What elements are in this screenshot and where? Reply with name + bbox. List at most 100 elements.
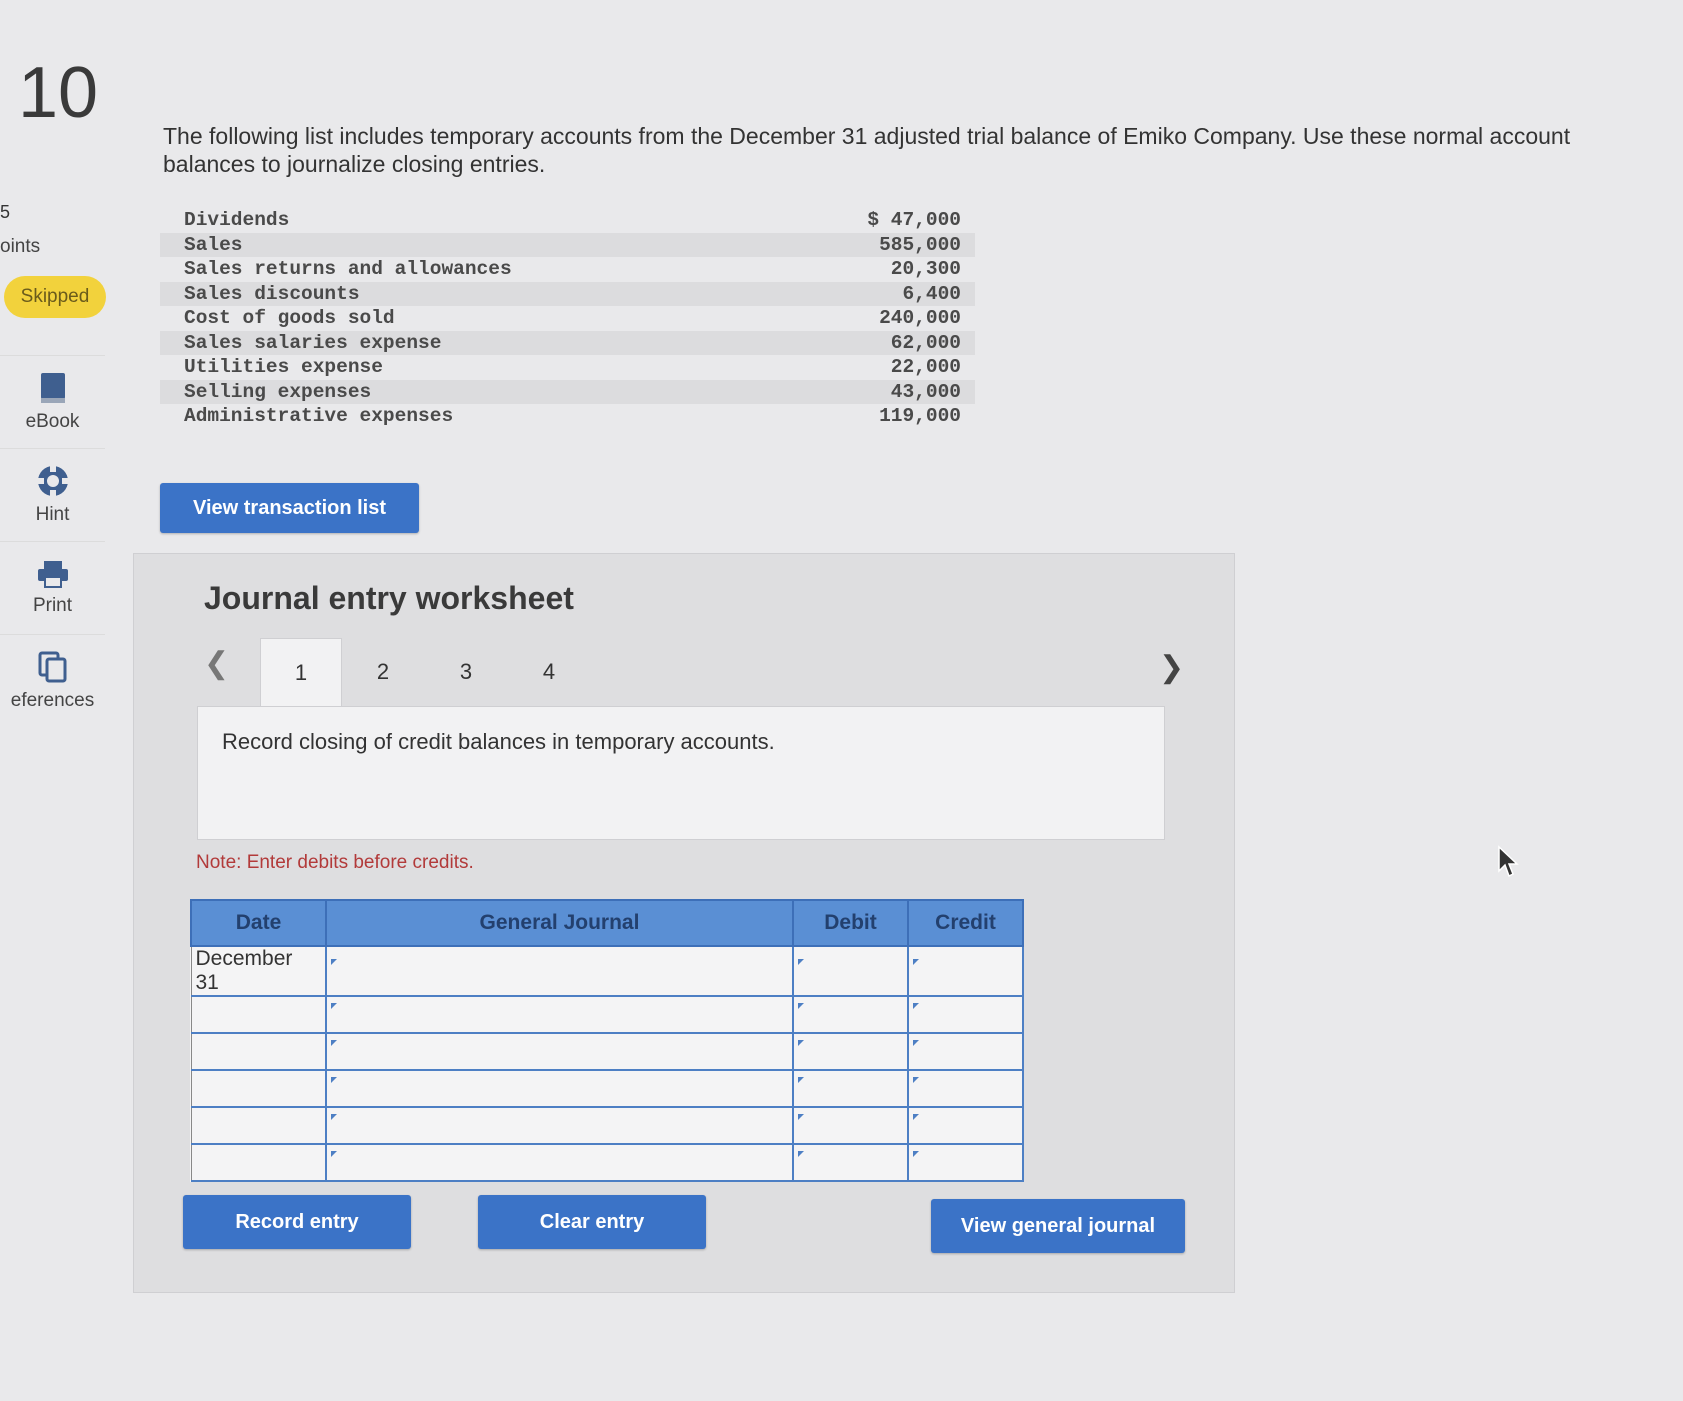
dropdown-marker-icon (331, 1150, 337, 1157)
dropdown-marker-icon (913, 1113, 919, 1120)
next-tab-chevron-icon[interactable]: ❯ (1159, 650, 1184, 685)
account-amount: 62,000 (890, 331, 961, 354)
credit-cell[interactable] (907, 1032, 1024, 1071)
copy-icon (38, 651, 66, 683)
debit-header: Debit (792, 899, 909, 947)
account-cell[interactable] (325, 1069, 794, 1108)
points-value: 5 (0, 202, 11, 222)
table-row (190, 995, 1024, 1034)
dropdown-marker-icon (798, 1039, 804, 1046)
journal-table: Date General Journal Debit Credit Decemb… (190, 899, 1024, 1182)
dropdown-marker-icon (913, 959, 919, 965)
question-number: 10 (18, 53, 99, 133)
question-text: The following list includes temporary ac… (163, 123, 1571, 177)
references-button[interactable]: eferences (0, 634, 105, 727)
dropdown-marker-icon (913, 1002, 919, 1009)
debit-cell[interactable] (792, 995, 909, 1034)
hint-button[interactable]: Hint (0, 448, 105, 541)
dropdown-marker-icon (331, 1076, 337, 1083)
debit-cell[interactable] (792, 945, 909, 997)
hint-label: Hint (35, 504, 70, 525)
date-cell[interactable] (190, 1106, 327, 1145)
account-row: Sales returns and allowances 20,300 (160, 257, 975, 282)
account-row: Administrative expenses 119,000 (160, 404, 975, 429)
dropdown-marker-icon (913, 1076, 919, 1083)
tab-1[interactable]: 1 (260, 638, 342, 707)
accounts-list: Dividends $ 47,000 Sales 585,000 Sales ret… (160, 208, 975, 429)
credit-cell[interactable] (907, 1069, 1024, 1108)
date-cell[interactable]: December 31 (190, 945, 327, 997)
account-row: Cost of goods sold 240,000 (160, 306, 975, 331)
account-amount: $ 47,000 (867, 209, 961, 231)
credit-cell[interactable] (907, 995, 1024, 1034)
references-label: eferences (10, 690, 95, 711)
table-row (190, 1106, 1024, 1145)
view-transaction-list-button[interactable]: View transaction list (160, 483, 419, 533)
account-cell[interactable] (325, 1143, 794, 1182)
journal-entry-worksheet: Journal entry worksheet ❮ 1 2 3 4 ❯ Reco… (133, 553, 1235, 1293)
account-row: Sales 585,000 (160, 232, 975, 257)
account-cell[interactable] (325, 1106, 794, 1145)
dropdown-marker-icon (798, 1113, 804, 1120)
status-badge: Skipped (4, 276, 106, 318)
tab-2[interactable]: 2 (343, 638, 423, 706)
book-icon (40, 373, 65, 403)
print-label: Print (32, 595, 73, 616)
account-cell[interactable] (325, 995, 794, 1034)
account-name: Dividends (184, 209, 290, 231)
account-name: Administrative expenses (184, 405, 454, 427)
print-button[interactable]: Print (0, 541, 105, 634)
journal-header-row: Date General Journal Debit Credit (190, 899, 1024, 947)
account-name: Utilities expense (184, 356, 383, 378)
clear-entry-button[interactable]: Clear entry (478, 1195, 706, 1249)
credit-cell[interactable] (907, 1143, 1024, 1182)
table-row (190, 1032, 1024, 1071)
account-row: Dividends $ 47,000 (160, 208, 975, 233)
account-amount: 20,300 (890, 258, 961, 280)
record-entry-button[interactable]: Record entry (183, 1195, 411, 1249)
date-cell[interactable] (190, 1143, 327, 1182)
previous-tab-chevron-icon[interactable]: ❮ (204, 646, 229, 681)
account-name: Sales discounts (184, 282, 360, 305)
ebook-button[interactable]: eBook (0, 355, 105, 448)
credit-cell[interactable] (907, 945, 1024, 997)
account-amount: 6,400 (902, 282, 961, 305)
credit-cell[interactable] (907, 1106, 1024, 1145)
view-general-journal-button[interactable]: View general journal (931, 1199, 1185, 1253)
dropdown-marker-icon (798, 1150, 804, 1157)
account-amount: 22,000 (890, 356, 961, 378)
tab-4[interactable]: 4 (509, 638, 589, 706)
account-amount: 585,000 (879, 233, 961, 256)
dropdown-marker-icon (913, 1039, 919, 1046)
account-amount: 119,000 (879, 405, 961, 427)
account-cell[interactable] (325, 945, 794, 997)
account-row: Selling expenses 43,000 (160, 379, 975, 404)
debit-cell[interactable] (792, 1106, 909, 1145)
debit-cell[interactable] (792, 1143, 909, 1182)
dropdown-marker-icon (331, 959, 337, 965)
account-cell[interactable] (325, 1032, 794, 1071)
debit-cell[interactable] (792, 1032, 909, 1071)
dropdown-marker-icon (798, 1076, 804, 1083)
table-row: December 31 (190, 945, 1024, 997)
credit-header: Credit (907, 899, 1024, 947)
date-cell[interactable] (190, 1032, 327, 1071)
dropdown-marker-icon (798, 959, 804, 965)
date-header: Date (190, 899, 327, 947)
date-cell[interactable] (190, 1069, 327, 1108)
date-cell[interactable] (190, 995, 327, 1034)
account-name: Sales returns and allowances (184, 258, 512, 280)
general-journal-header: General Journal (325, 899, 794, 947)
dropdown-marker-icon (331, 1002, 337, 1009)
account-amount: 240,000 (879, 307, 961, 329)
account-name: Sales (184, 233, 243, 256)
tab-3[interactable]: 3 (426, 638, 506, 706)
ebook-label: eBook (25, 411, 80, 432)
account-row: Sales discounts 6,400 (160, 281, 975, 306)
dropdown-marker-icon (331, 1039, 337, 1046)
account-name: Cost of goods sold (184, 307, 395, 329)
points-label: oints (0, 236, 41, 257)
account-row: Sales salaries expense 62,000 (160, 330, 975, 355)
table-row (190, 1069, 1024, 1108)
debit-cell[interactable] (792, 1069, 909, 1108)
